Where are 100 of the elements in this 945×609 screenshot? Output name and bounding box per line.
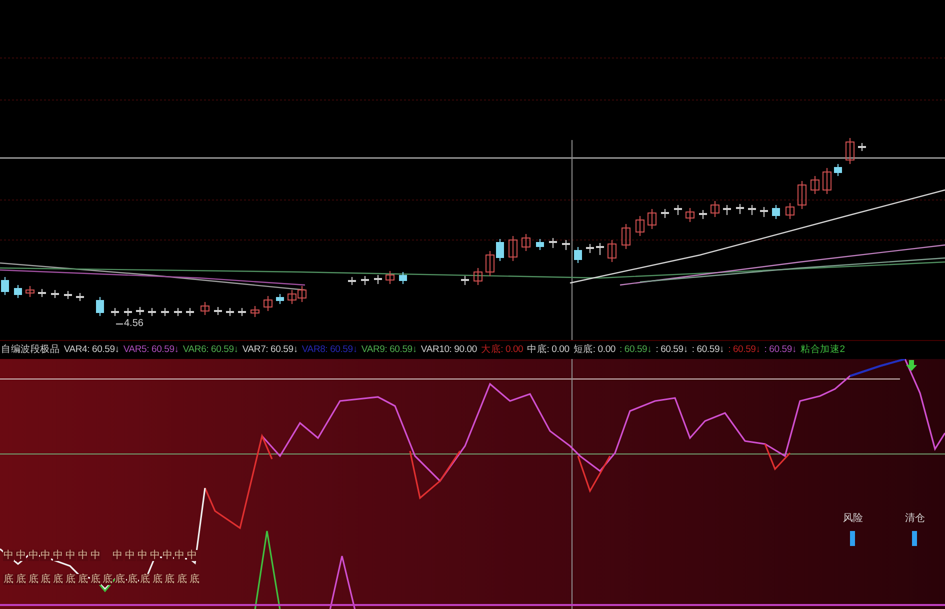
candlestick xyxy=(846,138,854,164)
candlestick xyxy=(124,308,132,316)
indicator-value: VAR7: 60.59↓ xyxy=(242,344,298,356)
middle-marker: 中 xyxy=(65,550,76,561)
middle-marker: 中 xyxy=(162,550,173,561)
candlestick xyxy=(26,286,34,298)
middle-marker: 中 xyxy=(52,550,64,561)
candlestick xyxy=(562,240,570,250)
middle-marker: 中 xyxy=(28,550,39,561)
candlestick xyxy=(786,202,794,220)
middle-marker: 中 xyxy=(77,550,88,561)
candlestick xyxy=(186,308,194,316)
candlestick xyxy=(298,286,306,302)
middle-marker: 中 xyxy=(40,550,52,561)
candlestick xyxy=(736,204,744,214)
indicator-value: VAR5: 60.59↓ xyxy=(123,344,179,356)
candlestick xyxy=(710,200,720,218)
bottom-marker: 底 xyxy=(164,574,176,585)
candlestick xyxy=(596,242,604,256)
candlestick xyxy=(226,308,234,316)
indicator-value: : 60.59↓ xyxy=(728,344,760,356)
candlestick xyxy=(496,238,504,262)
candlestick xyxy=(622,224,630,250)
candlestick xyxy=(161,308,169,316)
candlestick xyxy=(238,308,246,316)
middle-marker: 中 xyxy=(15,550,26,561)
indicator-value: : 60.59↓ xyxy=(619,344,652,356)
candlestick xyxy=(111,308,119,316)
candlestick xyxy=(522,234,530,252)
low-price-label: 4.56 xyxy=(124,318,144,330)
bottom-marker: 底 xyxy=(52,574,64,585)
middle-marker: 中 xyxy=(112,550,124,561)
candlestick xyxy=(508,236,518,262)
bottom-marker: 底 xyxy=(3,574,14,585)
indicator-value: : 60.59↓ xyxy=(764,344,796,356)
candlestick xyxy=(136,306,144,316)
candlestick xyxy=(486,250,494,276)
indicator-value: VAR4: 60.59↓ xyxy=(64,344,120,356)
candlestick xyxy=(760,206,768,218)
indicator-value: 粘合加速2 xyxy=(800,344,845,356)
bottom-marker: 底 xyxy=(90,574,101,585)
indicator-value: 短底: 0.00 xyxy=(573,344,616,356)
candlestick xyxy=(858,142,866,152)
candlestick xyxy=(374,274,382,284)
indicator-title: 自编波段极品 xyxy=(1,344,60,356)
bottom-marker: 底 xyxy=(189,574,200,585)
candlestick xyxy=(699,210,707,220)
signal-bar-icon xyxy=(912,531,917,546)
candlestick xyxy=(549,238,557,248)
candlestick xyxy=(200,302,210,316)
candlestick xyxy=(288,290,296,304)
bottom-marker: 底 xyxy=(127,574,138,585)
candlestick xyxy=(14,284,22,298)
bottom-marker: 底 xyxy=(152,574,163,585)
candlestick xyxy=(748,204,756,216)
candlestick xyxy=(661,208,669,218)
indicator-value: VAR9: 60.59↓ xyxy=(361,344,417,356)
indicator-value: 中底: 0.00 xyxy=(527,344,570,356)
down-arrow-icon xyxy=(906,360,917,371)
candlestick xyxy=(174,308,182,316)
candlestick xyxy=(399,272,407,284)
signal-bar-icon xyxy=(850,531,855,546)
bottom-marker: 底 xyxy=(114,574,126,585)
candlestick xyxy=(148,308,156,316)
bottom-marker: 底 xyxy=(102,574,114,585)
candlestick xyxy=(1,276,9,296)
candlestick xyxy=(798,180,806,210)
indicator-value: : 60.59↓ xyxy=(656,344,688,356)
bottom-marker: 底 xyxy=(28,574,39,585)
candlestick xyxy=(361,276,369,286)
signal-label: 清仓 xyxy=(905,513,925,525)
candlestick xyxy=(76,292,84,302)
bottom-marker: 底 xyxy=(65,574,76,585)
candlestick xyxy=(723,204,731,216)
candlestick xyxy=(574,246,582,264)
candlestick xyxy=(214,306,222,316)
candlestick xyxy=(64,290,72,300)
candlestick xyxy=(96,296,104,316)
middle-marker: 中 xyxy=(174,550,186,561)
spike-line xyxy=(329,555,356,609)
middle-marker: 中 xyxy=(3,550,14,561)
indicator-value: VAR8: 60.59↓ xyxy=(302,344,358,356)
middle-marker: 中 xyxy=(137,550,148,561)
candlestick xyxy=(264,296,272,312)
indicator-value: 大底: 0.00 xyxy=(480,344,524,356)
bottom-marker: 底 xyxy=(176,574,188,585)
middle-marker: 中 xyxy=(186,550,198,561)
candlestick xyxy=(586,244,594,254)
bottom-marker: 底 xyxy=(77,574,88,585)
signal-label: 风险 xyxy=(843,513,863,525)
candlestick xyxy=(474,268,482,286)
middle-marker: 中 xyxy=(149,550,160,561)
candlestick xyxy=(276,294,284,304)
candlestick xyxy=(648,208,656,230)
bottom-marker: 底 xyxy=(15,574,26,585)
candlestick xyxy=(38,288,46,298)
candlestick xyxy=(686,208,694,222)
candlestick xyxy=(386,270,394,284)
candlestick xyxy=(461,276,469,286)
middle-marker: 中 xyxy=(124,550,136,561)
